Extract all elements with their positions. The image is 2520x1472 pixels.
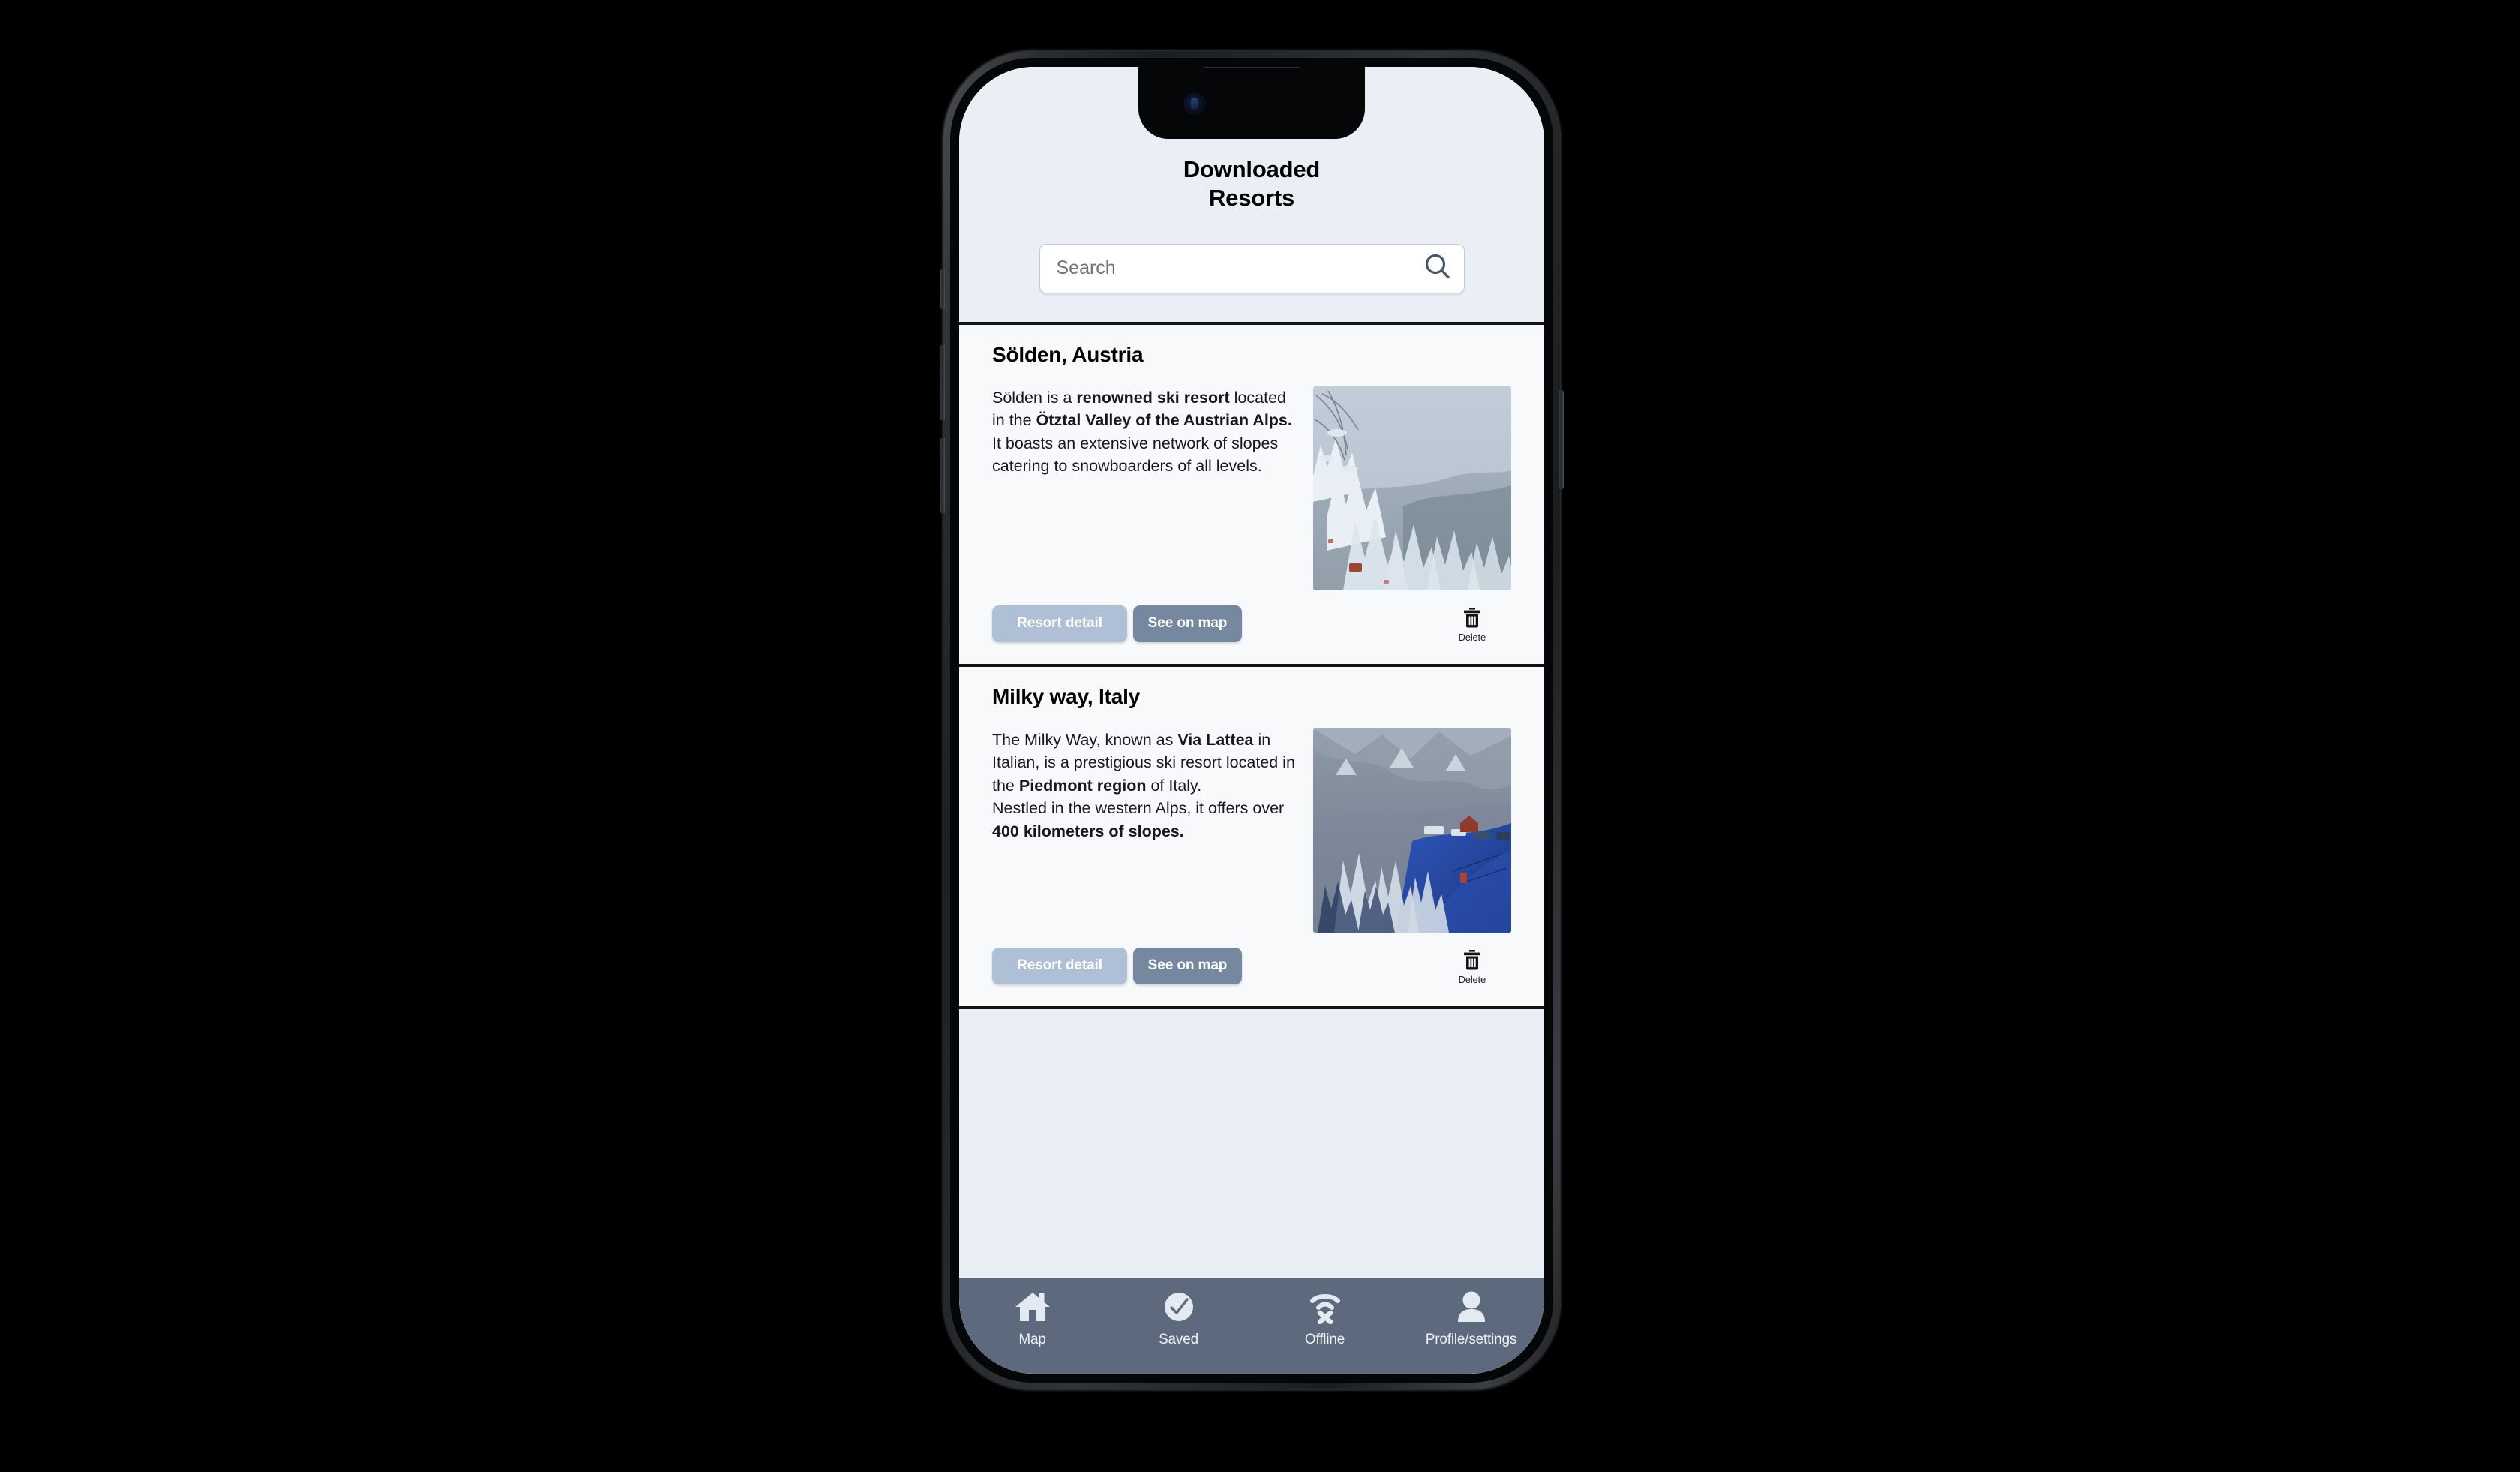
delete-label: Delete [1458, 973, 1486, 985]
resort-thumbnail[interactable] [1313, 386, 1511, 590]
trash-icon [1462, 949, 1482, 972]
front-camera-icon [1185, 94, 1204, 113]
volume-down-button[interactable] [940, 438, 945, 513]
nav-label-map: Map [1018, 1332, 1046, 1347]
search-icon[interactable] [1424, 252, 1452, 284]
resort-card-actions: Resort detail See on map Delete [992, 947, 1511, 985]
nav-item-offline[interactable]: Offline [1252, 1290, 1398, 1348]
resort-card-body: The Milky Way, known as Via Lattea in It… [992, 728, 1511, 933]
nav-label-offline: Offline [1304, 1332, 1346, 1347]
resort-name: Milky way, Italy [992, 684, 1141, 708]
search-input[interactable] [1056, 257, 1424, 280]
nav-item-saved[interactable]: Saved [1106, 1290, 1252, 1348]
check-circle-icon [1160, 1290, 1198, 1328]
search-row [959, 243, 1544, 293]
power-button[interactable] [1558, 390, 1564, 489]
resort-name: Sölden, Austria [992, 342, 1144, 366]
notch [1138, 67, 1365, 139]
resort-detail-button[interactable]: Resort detail [992, 947, 1127, 984]
search-box[interactable] [1039, 243, 1465, 293]
home-icon [1014, 1290, 1052, 1328]
app-root: Downloaded Resorts Search Sölden, Austri… [959, 67, 1544, 1374]
bottom-navigation-bar: Map Saved Offline Profile/settings [959, 1278, 1544, 1374]
resort-list[interactable]: Sölden, Austria Sölden is a renowned ski… [959, 324, 1544, 1278]
resort-description: The Milky Way, known as Via Lattea in It… [992, 730, 1295, 840]
delete-label: Delete [1458, 631, 1486, 643]
nav-item-map[interactable]: Map [959, 1290, 1106, 1348]
volume-up-button[interactable] [940, 345, 945, 420]
delete-button[interactable]: Delete [1459, 605, 1486, 643]
nav-label-profile: Profile/settings [1425, 1332, 1517, 1347]
speaker-grille-icon [1199, 67, 1304, 68]
silence-switch[interactable] [940, 269, 945, 309]
delete-button[interactable]: Delete [1459, 948, 1486, 985]
see-on-map-button[interactable]: See on map [1133, 947, 1242, 984]
resort-card-body: Sölden is a renowned ski resort located … [992, 386, 1511, 590]
resort-thumbnail[interactable] [1313, 728, 1511, 933]
resort-card[interactable]: Milky way, Italy The Milky Way, known as… [959, 666, 1544, 1009]
wifi-off-icon [1306, 1290, 1344, 1328]
person-icon [1453, 1290, 1490, 1328]
nav-item-profile[interactable]: Profile/settings [1398, 1290, 1544, 1348]
resort-card[interactable]: Sölden, Austria Sölden is a renowned ski… [959, 324, 1544, 667]
resort-detail-button[interactable]: Resort detail [992, 605, 1127, 642]
snow-forest-image [1313, 386, 1511, 590]
ski-slope-image [1313, 728, 1511, 933]
phone-screen: Downloaded Resorts Search Sölden, Austri… [959, 67, 1544, 1374]
resort-description: Sölden is a renowned ski resort located … [992, 388, 1292, 476]
page-title: Downloaded Resorts [1183, 156, 1321, 211]
phone-device-frame: Downloaded Resorts Search Sölden, Austri… [940, 51, 1564, 1389]
trash-icon [1462, 607, 1482, 630]
resort-card-actions: Resort detail See on map Delete [992, 605, 1511, 643]
nav-label-saved: Saved [1159, 1332, 1198, 1347]
see-on-map-button[interactable]: See on map [1133, 605, 1242, 642]
screenshot-canvas: Downloaded Resorts Search Sölden, Austri… [0, 0, 2520, 1472]
